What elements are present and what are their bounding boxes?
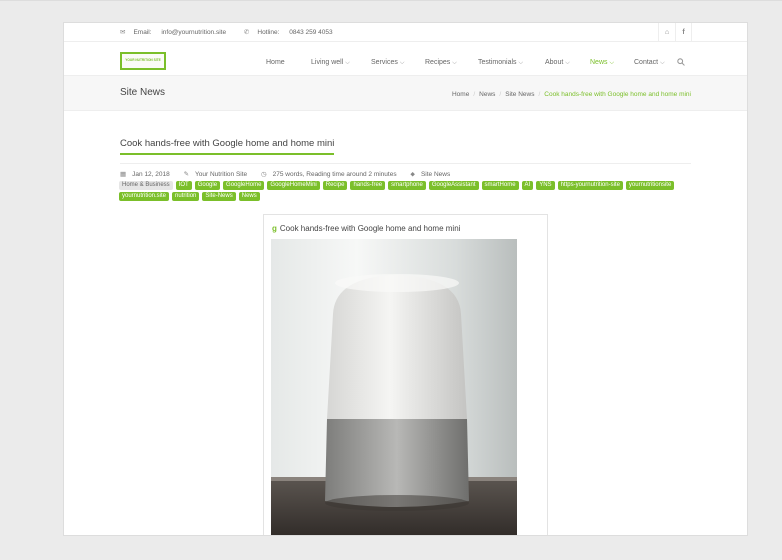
- tag-link[interactable]: smartphone: [388, 181, 426, 190]
- google-home-device-illustration: [271, 239, 517, 535]
- page-header: Site News Home / News / Site News / Cook hands…: [64, 75, 747, 111]
- tag-link[interactable]: Site-News: [202, 192, 236, 201]
- tag-link[interactable]: Google: [194, 181, 221, 190]
- chevron-down-icon: ⌵: [399, 60, 405, 66]
- nav-item-testimonials[interactable]: Testimonials ⌵: [478, 59, 523, 67]
- nav-item-living-well[interactable]: Living well ⌵: [311, 59, 350, 67]
- breadcrumb-news[interactable]: News: [479, 91, 495, 98]
- tag-link[interactable]: Recipe: [322, 181, 348, 190]
- calendar-icon: ▦: [120, 171, 127, 178]
- tag-link[interactable]: yournutrition.site: [119, 192, 170, 201]
- tags-icon: ⬥: [410, 171, 415, 178]
- card-title[interactable]: g Cook hands-free with Google home and ho…: [272, 224, 460, 233]
- google-icon: g: [272, 224, 277, 233]
- top-bar: ✉ Email: info@yournutrition.site ✆ Hotline…: [64, 23, 747, 42]
- chevron-down-icon: ⌵: [609, 60, 615, 66]
- post-meta: ▦ Jan 12, 2018 ✎ Your Nutrition Site ◷ 275 …: [120, 170, 462, 179]
- phone-icon: ✆: [243, 29, 250, 36]
- nav-item-services[interactable]: Services ⌵: [371, 59, 404, 67]
- tag-link[interactable]: GoogleHomeMini: [267, 181, 320, 190]
- site-logo[interactable]: YOUR NUTRITION SITE: [120, 52, 166, 70]
- search-icon[interactable]: [677, 58, 685, 68]
- chevron-down-icon: ⌵: [565, 60, 570, 66]
- hotline-contact: ✆ Hotline: 0843 259 4053: [243, 29, 333, 36]
- tag-link[interactable]: yournutritionsite: [625, 181, 675, 190]
- home-icon[interactable]: ⌂: [658, 23, 675, 42]
- social-links: ⌂ f: [658, 23, 692, 42]
- nav-item-contact[interactable]: Contact ⌵: [634, 59, 665, 67]
- tag-link[interactable]: IOT: [175, 181, 192, 190]
- chevron-down-icon: ⌵: [518, 60, 524, 66]
- tag-link[interactable]: https-yournutrition-site: [557, 181, 623, 190]
- breadcrumb: Home / News / Site News / Cook hands-free with…: [452, 91, 691, 98]
- post-category[interactable]: ⬥ Site News: [410, 171, 456, 178]
- nav-item-about[interactable]: About ⌵: [545, 59, 570, 67]
- post-title[interactable]: Cook hands-free with Google home and hom…: [120, 138, 335, 155]
- divider: [120, 163, 691, 164]
- page-top-border: [0, 0, 782, 1]
- tag-link[interactable]: News: [238, 192, 260, 201]
- page-title: Site News: [120, 87, 166, 98]
- tag-link[interactable]: nutrition: [172, 192, 200, 201]
- clock-icon: ◷: [260, 171, 267, 178]
- page-container: ✉ Email: info@yournutrition.site ✆ Hotline…: [63, 22, 748, 536]
- chevron-down-icon: ⌵: [452, 60, 457, 66]
- tag-link[interactable]: YNS: [536, 181, 555, 190]
- nav-item-news[interactable]: News ⌵: [590, 59, 614, 67]
- breadcrumb-separator: /: [538, 91, 541, 98]
- post-author[interactable]: ✎ Your Nutrition Site: [184, 171, 254, 178]
- post-reading-time: ◷ 275 words, Reading time around 2 minute…: [260, 171, 397, 178]
- chevron-down-icon: ⌵: [660, 60, 665, 66]
- breadcrumb-site-news[interactable]: Site News: [505, 91, 534, 98]
- post-tags: Home & Business IOT Google GoogleHome Google…: [119, 181, 694, 201]
- chevron-down-icon: ⌵: [345, 60, 350, 66]
- breadcrumb-current: Cook hands-free with Google home and hom…: [544, 91, 691, 98]
- tag-link[interactable]: GoogleAssistant: [428, 181, 479, 190]
- post-date: ▦ Jan 12, 2018: [120, 171, 170, 178]
- nav-item-recipes[interactable]: Recipes ⌵: [425, 59, 457, 67]
- breadcrumb-separator: /: [499, 91, 502, 98]
- pencil-icon: ✎: [183, 171, 190, 178]
- email-contact[interactable]: ✉ Email: info@yournutrition.site: [120, 29, 236, 36]
- contact-info: ✉ Email: info@yournutrition.site ✆ Hotline…: [120, 28, 349, 36]
- tag-link[interactable]: hands-free: [350, 181, 386, 190]
- breadcrumb-separator: /: [473, 91, 476, 98]
- post-image[interactable]: [271, 239, 517, 535]
- tag-link[interactable]: AI: [521, 181, 534, 190]
- facebook-icon[interactable]: f: [675, 23, 692, 42]
- envelope-icon: ✉: [120, 29, 126, 36]
- tag-link[interactable]: smartHome: [481, 181, 519, 190]
- post-card: g Cook hands-free with Google home and ho…: [263, 214, 548, 535]
- tag-link[interactable]: Home & Business: [119, 181, 173, 190]
- nav-item-home[interactable]: Home: [266, 59, 285, 66]
- breadcrumb-home[interactable]: Home: [452, 91, 469, 98]
- tag-link[interactable]: GoogleHome: [223, 181, 265, 190]
